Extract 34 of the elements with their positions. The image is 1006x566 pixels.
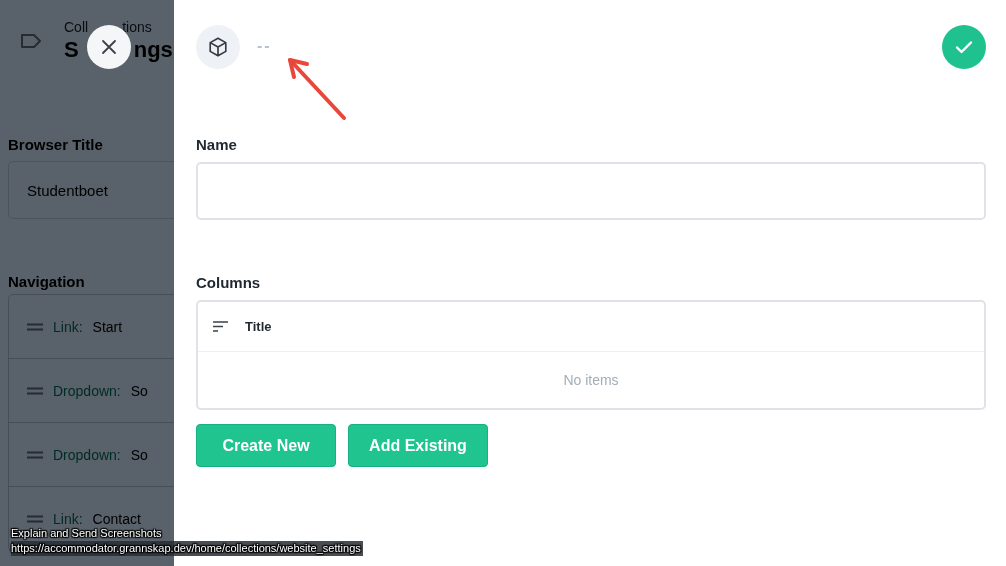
page-title: S (64, 37, 79, 63)
action-button[interactable]: Create New (196, 424, 336, 467)
tag-icon (20, 33, 42, 49)
field-label: Name (196, 136, 238, 153)
item-type: Dropdown: (53, 446, 121, 463)
breadcrumb-link[interactable]: tions (122, 19, 152, 35)
drag-handle-icon[interactable] (27, 386, 43, 395)
action-button[interactable]: Add Existing (348, 424, 488, 467)
drawer-title: -- (257, 37, 272, 55)
column-header: Title (245, 319, 272, 334)
item-type: Link: (53, 510, 83, 527)
item-type: Link: (53, 318, 83, 335)
drag-handle-icon[interactable] (27, 322, 43, 331)
page-title: ngs (133, 37, 173, 63)
caption-title: Explain and Send Screenshots (11, 526, 162, 541)
item-name: So (130, 446, 148, 463)
caption-url: https://accommodator.grannskap.dev/home/collections/website_settings (11, 541, 363, 556)
sort-icon[interactable] (213, 321, 228, 332)
close-icon (101, 39, 117, 55)
section-label: Navigation (8, 273, 86, 290)
item-name: So (130, 382, 148, 399)
cube-icon (207, 36, 229, 58)
save-button[interactable] (942, 25, 986, 69)
field-label: Browser Title (8, 136, 104, 153)
item-name: Contact (92, 510, 141, 527)
drag-handle-icon[interactable] (27, 450, 43, 459)
section-label: Columns (196, 274, 262, 291)
drag-handle-icon[interactable] (27, 514, 43, 523)
collection-icon-button[interactable] (196, 25, 240, 69)
empty-message: No items (563, 372, 619, 388)
name-input[interactable] (196, 162, 986, 220)
item-name: Start (92, 318, 123, 335)
item-type: Dropdown: (53, 382, 121, 399)
breadcrumb-link[interactable]: Coll (64, 19, 89, 35)
